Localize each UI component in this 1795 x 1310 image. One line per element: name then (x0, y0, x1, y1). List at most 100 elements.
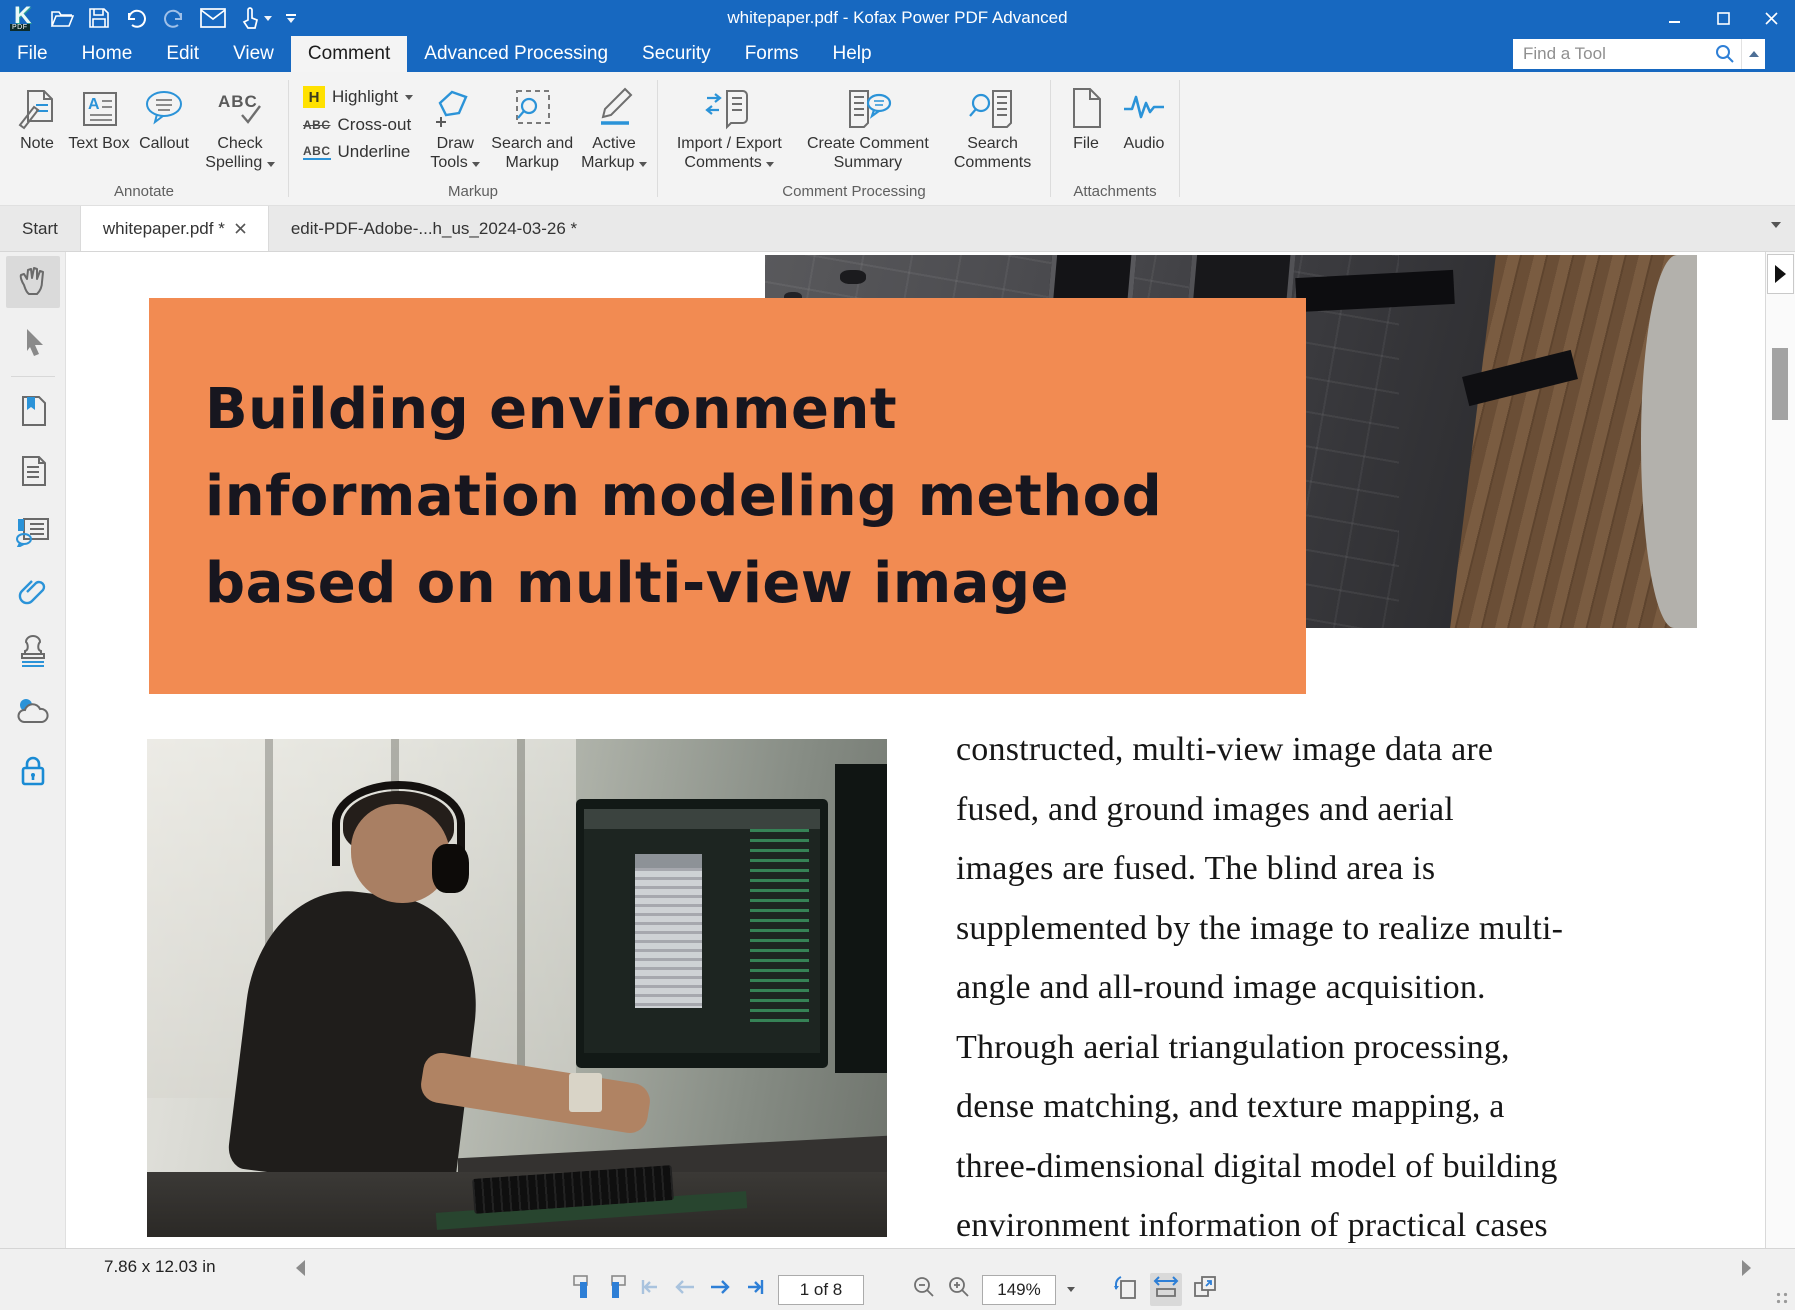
document-page[interactable]: Building environment information modelin… (66, 252, 1765, 1248)
resize-grip[interactable] (1775, 1291, 1789, 1305)
comments-panel-button[interactable] (6, 505, 60, 557)
first-page-button[interactable] (638, 1277, 662, 1302)
markup-group-content: H Highlight ABC Cross-out ABC Underline (289, 72, 657, 183)
text-box-button[interactable]: A Text Box (68, 80, 130, 153)
menu-item-file[interactable]: File (0, 36, 65, 72)
callout-label: Callout (139, 134, 189, 153)
pages-panel-button[interactable] (6, 445, 60, 497)
rotate-view-button[interactable] (1113, 1273, 1139, 1306)
find-tool-input[interactable] (1513, 39, 1741, 69)
document-text-line: environment information of practical cas… (956, 1196, 1731, 1248)
qat-customize-bar (286, 14, 296, 16)
collapse-panel-left-button[interactable] (296, 1260, 305, 1276)
document-text-line: Through aerial triangulation processing, (956, 1018, 1731, 1078)
callout-button[interactable]: Callout (130, 80, 198, 153)
svg-text:ABC: ABC (218, 92, 258, 111)
zoom-level-input[interactable] (983, 1280, 1055, 1300)
next-page-button[interactable] (708, 1277, 732, 1302)
collapse-ribbon-button[interactable] (1741, 39, 1765, 69)
menu-item-help[interactable]: Help (816, 36, 889, 72)
menu-item-advanced-processing[interactable]: Advanced Processing (407, 36, 625, 72)
touch-select-icon[interactable] (240, 6, 272, 30)
comment-processing-group-content: Import / Export Comments Create Comment … (658, 72, 1050, 183)
next-view-button[interactable] (605, 1274, 627, 1305)
note-button[interactable]: Note (6, 80, 68, 153)
check-spelling-button[interactable]: ABC Check Spelling (198, 80, 282, 172)
highlight-button[interactable]: H Highlight (303, 86, 413, 108)
last-page-button[interactable] (743, 1277, 767, 1302)
save-icon[interactable] (88, 7, 110, 29)
create-comment-summary-button[interactable]: Create Comment Summary (795, 80, 941, 172)
previous-page-button[interactable] (673, 1277, 697, 1302)
underline-label: Underline (338, 142, 411, 162)
attach-file-button[interactable]: File (1057, 80, 1115, 153)
underline-button[interactable]: ABC Underline (303, 142, 413, 162)
group-label-markup: Markup (289, 183, 657, 205)
heading-line: information modeling method (205, 453, 1306, 540)
hand-tool-button[interactable] (6, 256, 60, 308)
cloud-panel-button[interactable] (6, 685, 60, 737)
maximize-button[interactable] (1699, 0, 1747, 36)
menu-item-comment[interactable]: Comment (291, 36, 407, 72)
import-export-comments-button[interactable]: Import / Export Comments (664, 80, 795, 172)
create-comment-summary-label: Create Comment Summary (795, 134, 941, 172)
tab-edit-pdf[interactable]: edit-PDF-Adobe-...h_us_2024-03-26 * (269, 206, 599, 251)
open-folder-icon[interactable] (50, 7, 74, 29)
page-number-input[interactable] (779, 1280, 863, 1300)
heading-line: Building environment (205, 366, 1306, 453)
tab-close-icon[interactable] (235, 219, 246, 239)
fit-width-button[interactable] (1150, 1273, 1182, 1306)
open-in-new-window-button[interactable] (1193, 1275, 1219, 1304)
document-text-line: angle and all-round image acquisition. (956, 958, 1731, 1018)
email-icon[interactable] (200, 8, 226, 28)
search-icon[interactable] (1715, 44, 1735, 70)
stamps-panel-button[interactable] (6, 625, 60, 677)
active-markup-label: Active Markup (577, 134, 651, 172)
main-area: Building environment information modelin… (0, 252, 1795, 1248)
draw-tools-button[interactable]: Draw Tools (423, 80, 487, 172)
bookmarks-panel-button[interactable] (6, 385, 60, 437)
qat-customize-caret (287, 18, 295, 23)
search-comments-label: Search Comments (941, 134, 1044, 172)
group-label-comment-processing: Comment Processing (658, 183, 1050, 205)
search-and-markup-button[interactable]: Search and Markup (487, 80, 577, 172)
previous-view-button[interactable] (572, 1274, 594, 1305)
attach-audio-label: Audio (1124, 134, 1165, 153)
close-button[interactable] (1747, 0, 1795, 36)
zoom-dropdown-caret[interactable] (1067, 1287, 1075, 1292)
menu-item-view[interactable]: View (216, 36, 291, 72)
right-rail (1765, 252, 1795, 1248)
svg-text:A: A (88, 96, 100, 113)
menu-item-home[interactable]: Home (65, 36, 150, 72)
attach-audio-button[interactable]: Audio (1115, 80, 1173, 153)
quick-access-toolbar: K PDF (0, 5, 296, 31)
cloud-icon (16, 696, 50, 726)
triangle-right-icon (1775, 265, 1786, 283)
redo-icon[interactable] (162, 7, 186, 29)
tab-overflow-chevron[interactable] (1771, 222, 1781, 228)
zoom-in-button[interactable] (947, 1275, 971, 1304)
cross-out-button[interactable]: ABC Cross-out (303, 115, 413, 135)
qat-customize-icon[interactable] (286, 14, 296, 23)
draw-tools-caret (472, 162, 480, 167)
menu-item-forms[interactable]: Forms (728, 36, 816, 72)
active-markup-button[interactable]: Active Markup (577, 80, 651, 172)
minimize-button[interactable] (1651, 0, 1699, 36)
expand-panel-right-button[interactable] (1767, 254, 1794, 294)
menu-item-security[interactable]: Security (625, 36, 728, 72)
security-panel-button[interactable] (6, 745, 60, 797)
undo-icon[interactable] (124, 7, 148, 29)
left-tool-sidebar (0, 252, 66, 1248)
vertical-scrollbar-thumb[interactable] (1772, 348, 1788, 420)
search-comments-button[interactable]: Search Comments (941, 80, 1044, 172)
find-tool-box (1513, 39, 1741, 69)
menu-item-edit[interactable]: Edit (149, 36, 216, 72)
select-tool-button[interactable] (6, 316, 60, 368)
expand-panel-right-status-button[interactable] (1742, 1260, 1751, 1276)
status-bar: 7.86 x 12.03 in (0, 1248, 1795, 1310)
tab-whitepaper[interactable]: whitepaper.pdf * (80, 206, 269, 251)
text-box-icon: A (76, 82, 122, 134)
tab-start[interactable]: Start (0, 206, 80, 251)
attachments-panel-button[interactable] (6, 565, 60, 617)
zoom-out-button[interactable] (912, 1275, 936, 1304)
